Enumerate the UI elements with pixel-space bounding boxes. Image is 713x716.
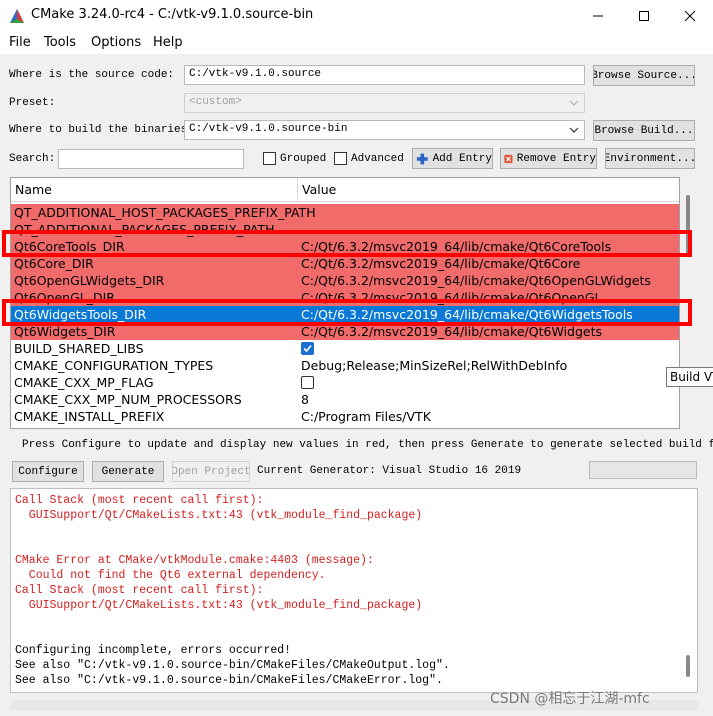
remove-x-icon	[504, 154, 513, 163]
menu-file[interactable]: File	[9, 35, 31, 50]
table-row[interactable]: BUILD_SHARED_LIBS	[11, 340, 679, 357]
table-row[interactable]: CMAKE_CONFIGURATION_TYPES Debug;Release;M…	[11, 357, 679, 374]
row-name: CMAKE_CONFIGURATION_TYPES	[14, 358, 214, 373]
open-project-button: Open Project	[172, 461, 250, 482]
row-value: C:/Program Files/VTK	[301, 409, 431, 424]
menu-tools[interactable]: Tools	[44, 35, 76, 50]
source-label: Where is the source code:	[9, 69, 175, 81]
row-value: Debug;Release;MinSizeRel;RelWithDebInfo	[301, 358, 568, 373]
output-line: Call Stack (most recent call first):	[15, 584, 264, 597]
highlight-box-qt6coretools	[2, 230, 692, 257]
advanced-label: Advanced	[351, 153, 404, 165]
row-name: BUILD_SHARED_LIBS	[14, 341, 144, 356]
binaries-label: Where to build the binaries:	[9, 124, 194, 136]
window-title: CMake 3.24.0-rc4 - C:/vtk-v9.1.0.source-…	[31, 7, 314, 22]
menu-bar: File Tools Options Help	[0, 32, 713, 54]
table-row[interactable]: Qt6Core_DIR C:/Qt/6.3.2/msvc2019_64/lib/c…	[11, 255, 679, 272]
browse-build-button[interactable]: Browse Build...	[593, 120, 695, 141]
row-name: NSIS_EXECUTABLE	[14, 425, 130, 428]
column-separator[interactable]	[297, 178, 298, 202]
binaries-path-value: C:/vtk-v9.1.0.source-bin	[189, 123, 348, 135]
output-line: GUISupport/Qt/CMakeLists.txt:43 (vtk_mod…	[15, 599, 423, 612]
row-name: QT_ADDITIONAL_HOST_PACKAGES_PREFIX_PATH	[14, 205, 316, 220]
search-label: Search:	[9, 153, 56, 165]
remove-entry-button[interactable]: Remove Entry	[500, 148, 597, 169]
output-line: Configuring incomplete, errors occurred!	[15, 644, 292, 657]
environment-button[interactable]: Environment...	[605, 148, 695, 169]
maximize-icon	[639, 11, 649, 21]
menu-options[interactable]: Options	[91, 35, 141, 50]
highlight-box-qt6widgetstools	[2, 299, 692, 326]
browse-source-button[interactable]: Browse Source...	[593, 65, 695, 86]
output-line: CMake Error at CMake/vtkModule.cmake:440…	[15, 554, 374, 567]
add-entry-button[interactable]: Add Entry	[412, 148, 493, 169]
output-scrollbar-thumb[interactable]	[686, 655, 690, 677]
generate-button[interactable]: Generate	[92, 461, 164, 482]
output-log[interactable]: Call Stack (most recent call first): GUI…	[10, 488, 698, 693]
table-row[interactable]: CMAKE_CXX_MP_NUM_PROCESSORS 8	[11, 391, 679, 408]
table-row[interactable]: Qt6OpenGLWidgets_DIR C:/Qt/6.3.2/msvc2019…	[11, 272, 679, 289]
plus-icon	[416, 153, 428, 164]
watermark-text: CSDN @相忘于江湖-mfc	[490, 691, 650, 707]
row-value: NSIS_EXECUTABLE-NOTFOUND	[301, 425, 494, 428]
output-line: Could not find the Qt6 external dependen…	[15, 569, 326, 582]
advanced-checkbox[interactable]	[334, 152, 347, 165]
output-line: See also "C:/vtk-v9.1.0.source-bin/CMake…	[15, 674, 443, 687]
tooltip: Build VT	[666, 367, 713, 387]
unchecked-checkbox[interactable]	[301, 376, 314, 389]
minimize-icon	[593, 15, 603, 17]
row-value: 8	[301, 392, 309, 407]
maximize-button[interactable]	[621, 0, 667, 32]
minimize-button[interactable]	[575, 0, 621, 32]
table-row[interactable]: CMAKE_CXX_MP_FLAG	[11, 374, 679, 391]
row-value: C:/Qt/6.3.2/msvc2019_64/lib/cmake/Qt6Cor…	[301, 256, 581, 271]
row-value: C:/Qt/6.3.2/msvc2019_64/lib/cmake/Qt6Ope…	[301, 273, 651, 288]
grouped-label: Grouped	[280, 153, 327, 165]
source-path-input[interactable]: C:/vtk-v9.1.0.source	[184, 65, 585, 85]
row-name: CMAKE_INSTALL_PREFIX	[14, 409, 165, 424]
close-icon	[684, 10, 696, 22]
grouped-checkbox[interactable]	[263, 152, 276, 165]
table-row[interactable]: CMAKE_INSTALL_PREFIX C:/Program Files/VTK	[11, 408, 679, 425]
binaries-path-select[interactable]: C:/vtk-v9.1.0.source-bin	[184, 120, 585, 140]
table-row[interactable]: NSIS_EXECUTABLE NSIS_EXECUTABLE-NOTFOUND	[11, 425, 679, 428]
hint-text: Press Configure to update and display ne…	[22, 439, 713, 451]
row-name: Qt6OpenGLWidgets_DIR	[14, 273, 165, 288]
preset-select: <custom>	[184, 93, 585, 113]
row-name: CMAKE_CXX_MP_FLAG	[14, 375, 154, 390]
title-bar: CMake 3.24.0-rc4 - C:/vtk-v9.1.0.source-…	[0, 0, 713, 32]
column-header-name[interactable]: Name	[15, 182, 52, 197]
cmake-triangle-icon	[10, 9, 24, 23]
row-name: CMAKE_CXX_MP_NUM_PROCESSORS	[14, 392, 242, 407]
preset-value: <custom>	[189, 96, 242, 108]
close-button[interactable]	[667, 0, 713, 32]
search-input[interactable]	[58, 149, 244, 169]
chevron-down-icon	[569, 127, 579, 133]
chevron-down-icon	[569, 100, 579, 106]
progress-bar	[589, 461, 697, 479]
table-row[interactable]: QT_ADDITIONAL_HOST_PACKAGES_PREFIX_PATH	[11, 204, 679, 221]
remove-entry-label: Remove Entry	[516, 152, 596, 165]
column-header-value[interactable]: Value	[302, 182, 336, 197]
add-entry-label: Add Entry	[432, 152, 492, 165]
output-line: Call Stack (most recent call first):	[15, 494, 264, 507]
row-name: Qt6Core_DIR	[14, 256, 94, 271]
configure-button[interactable]: Configure	[12, 461, 84, 482]
checked-checkbox[interactable]	[301, 342, 314, 355]
preset-label: Preset:	[9, 97, 56, 109]
current-generator-text: Current Generator: Visual Studio 16 2019	[257, 465, 522, 477]
menu-help[interactable]: Help	[153, 35, 183, 50]
output-line: See also "C:/vtk-v9.1.0.source-bin/CMake…	[15, 659, 450, 672]
output-line: GUISupport/Qt/CMakeLists.txt:43 (vtk_mod…	[15, 509, 423, 522]
table-header: Name Value	[11, 178, 679, 202]
